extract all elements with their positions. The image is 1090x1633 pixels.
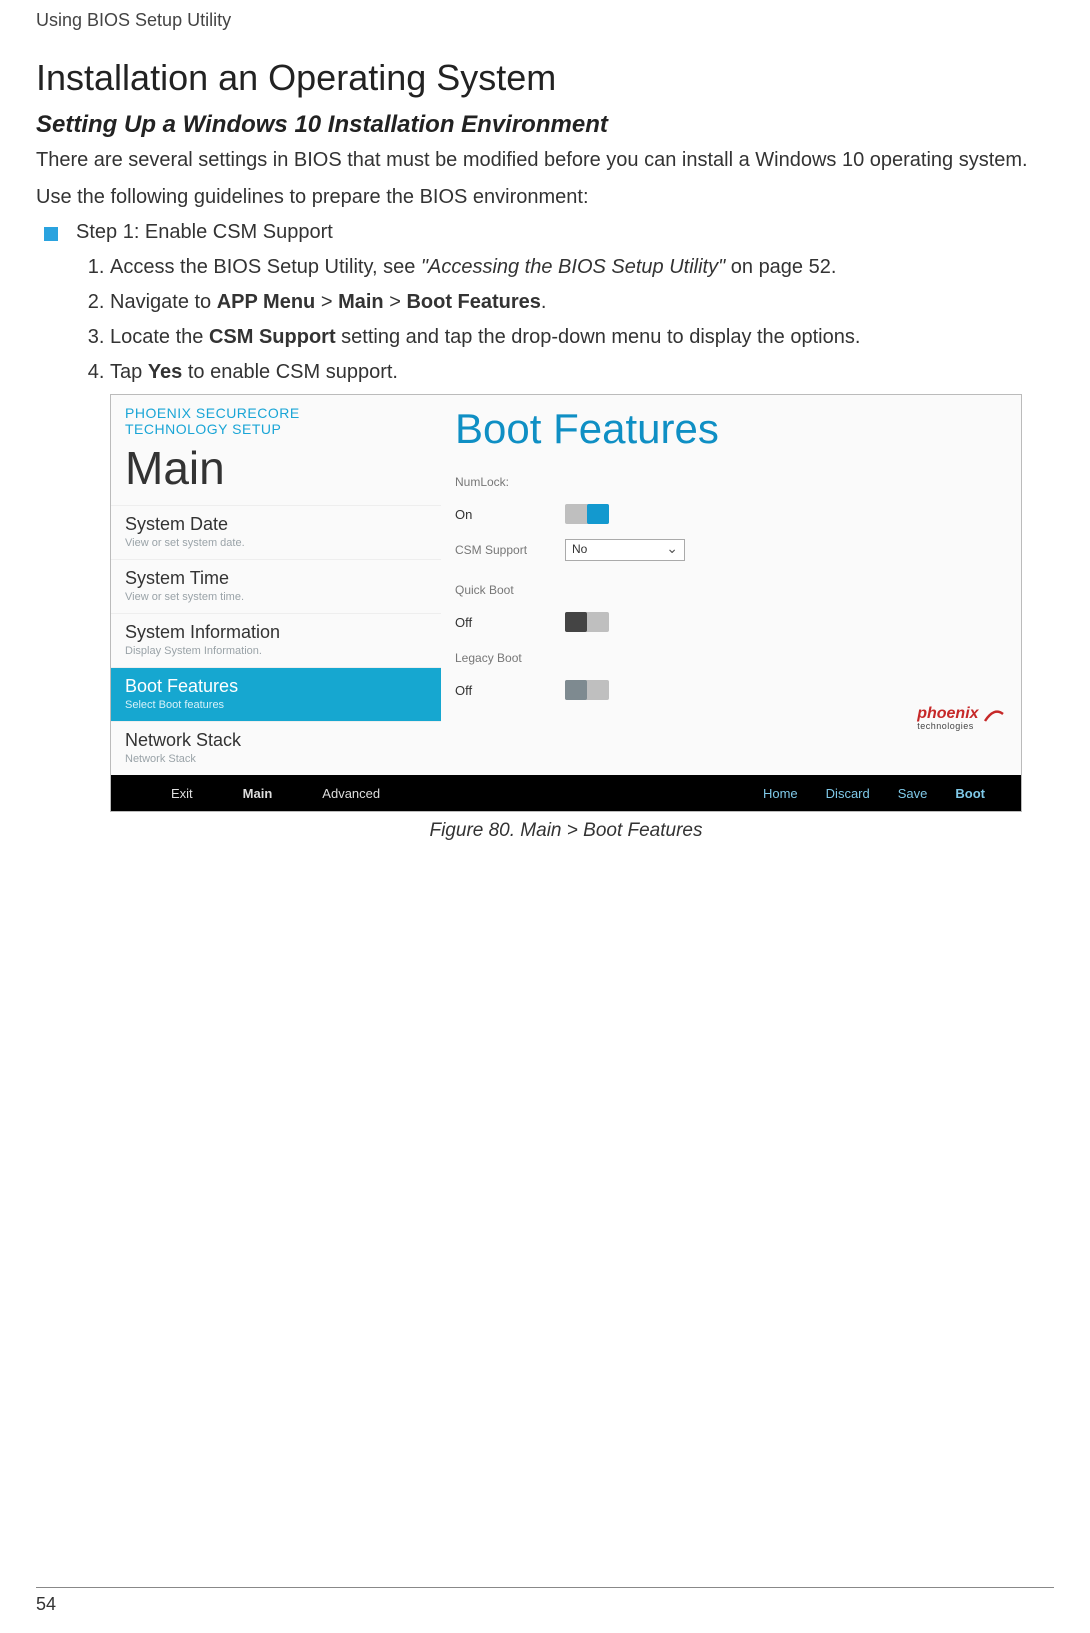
brand-line-1: PHOENIX SECURECORE bbox=[125, 405, 427, 421]
paragraph-2: Use the following guidelines to prepare … bbox=[36, 184, 1054, 211]
step-1-link: "Accessing the BIOS Setup Utility" bbox=[421, 256, 725, 278]
step-2-boot-features: Boot Features bbox=[406, 291, 540, 313]
bottom-boot[interactable]: Boot bbox=[955, 786, 985, 801]
opt-legacy-boot-label-row: Legacy Boot bbox=[455, 645, 1007, 671]
step-4-yes: Yes bbox=[148, 361, 182, 383]
step-2-main: Main bbox=[338, 291, 384, 313]
nav-network-stack[interactable]: Network Stack Network Stack bbox=[111, 721, 441, 775]
page-number: 54 bbox=[36, 1594, 56, 1614]
nav-system-date-sub: View or set system date. bbox=[125, 537, 427, 549]
step-3: Locate the CSM Support setting and tap t… bbox=[110, 324, 1054, 351]
bottom-exit[interactable]: Exit bbox=[171, 786, 193, 801]
numbered-steps: Access the BIOS Setup Utility, see "Acce… bbox=[110, 254, 1054, 386]
step-1: Access the BIOS Setup Utility, see "Acce… bbox=[110, 254, 1054, 281]
step-3-csm: CSM Support bbox=[209, 326, 336, 348]
opt-csm-label: CSM Support bbox=[455, 543, 565, 557]
bios-screenshot: PHOENIX SECURECORE TECHNOLOGY SETUP Main… bbox=[110, 394, 1022, 812]
bios-right-panel: Boot Features NumLock: On CSM Support No… bbox=[441, 395, 1021, 775]
nav-boot-features[interactable]: Boot Features Select Boot features bbox=[111, 667, 441, 721]
phoenix-logo-text: phoenix bbox=[917, 705, 978, 722]
bullet-step-1: Step 1: Enable CSM Support bbox=[44, 221, 1054, 244]
opt-numlock: NumLock: bbox=[455, 469, 1007, 495]
opt-csm: CSM Support No bbox=[455, 537, 1007, 563]
nav-system-time-sub: View or set system time. bbox=[125, 591, 427, 603]
numlock-toggle[interactable] bbox=[565, 504, 609, 524]
nav-system-information-title: System Information bbox=[125, 622, 427, 643]
nav-system-information[interactable]: System Information Display System Inform… bbox=[111, 613, 441, 667]
bullet-text: Step 1: Enable CSM Support bbox=[76, 221, 333, 244]
bottom-home[interactable]: Home bbox=[763, 786, 798, 801]
nav-system-time[interactable]: System Time View or set system time. bbox=[111, 559, 441, 613]
bottom-save[interactable]: Save bbox=[898, 786, 928, 801]
step-3-c: setting and tap the drop-down menu to di… bbox=[336, 326, 861, 348]
step-3-a: Locate the bbox=[110, 326, 209, 348]
opt-quick-value: Off bbox=[455, 615, 565, 630]
legacy-boot-toggle[interactable] bbox=[565, 680, 609, 700]
opt-quick-boot-value-row: Off bbox=[455, 609, 1007, 635]
opt-legacy-boot-value-row: Off bbox=[455, 677, 1007, 703]
bottom-advanced[interactable]: Advanced bbox=[322, 786, 380, 801]
bottom-main[interactable]: Main bbox=[243, 786, 273, 801]
section-subtitle: Setting Up a Windows 10 Installation Env… bbox=[36, 111, 1054, 139]
boot-features-title: Boot Features bbox=[455, 405, 1007, 453]
phoenix-swoosh-icon bbox=[983, 705, 1005, 723]
section-title: Installation an Operating System bbox=[36, 57, 1054, 99]
bottom-discard[interactable]: Discard bbox=[826, 786, 870, 801]
bullet-square-icon bbox=[44, 227, 58, 241]
brand-line-2: TECHNOLOGY SETUP bbox=[125, 421, 427, 437]
step-2: Navigate to APP Menu > Main > Boot Featu… bbox=[110, 289, 1054, 316]
step-4: Tap Yes to enable CSM support. bbox=[110, 359, 1054, 386]
opt-legacy-value: Off bbox=[455, 683, 565, 698]
opt-numlock-value: On bbox=[455, 507, 565, 522]
step-2-e: > bbox=[384, 291, 407, 313]
nav-system-date-title: System Date bbox=[125, 514, 427, 535]
step-2-c: > bbox=[315, 291, 338, 313]
step-4-a: Tap bbox=[110, 361, 148, 383]
step-1-c: on page 52. bbox=[725, 256, 836, 278]
nav-system-date[interactable]: System Date View or set system date. bbox=[111, 505, 441, 559]
page-footer: 54 bbox=[36, 1587, 1054, 1615]
nav-system-information-sub: Display System Information. bbox=[125, 645, 427, 657]
nav-network-stack-sub: Network Stack bbox=[125, 753, 427, 765]
nav-boot-features-title: Boot Features bbox=[125, 676, 427, 697]
step-2-g: . bbox=[541, 291, 547, 313]
phoenix-logo: phoenix technologies bbox=[917, 705, 1005, 731]
figure-caption: Figure 80. Main > Boot Features bbox=[110, 820, 1022, 842]
step-2-a: Navigate to bbox=[110, 291, 217, 313]
step-1-a: Access the BIOS Setup Utility, see bbox=[110, 256, 421, 278]
bios-left-panel: PHOENIX SECURECORE TECHNOLOGY SETUP Main… bbox=[111, 395, 441, 775]
quick-boot-toggle[interactable] bbox=[565, 612, 609, 632]
csm-support-select[interactable]: No bbox=[565, 539, 685, 561]
step-4-c: to enable CSM support. bbox=[182, 361, 398, 383]
main-heading: Main bbox=[111, 437, 441, 505]
opt-numlock-label: NumLock: bbox=[455, 475, 565, 489]
bios-bottom-bar: Exit Main Advanced Home Discard Save Boo… bbox=[111, 775, 1021, 811]
phoenix-brand: PHOENIX SECURECORE TECHNOLOGY SETUP bbox=[111, 395, 441, 437]
opt-quick-label: Quick Boot bbox=[455, 583, 565, 597]
step-2-app-menu: APP Menu bbox=[217, 291, 316, 313]
opt-legacy-label: Legacy Boot bbox=[455, 651, 565, 665]
nav-network-stack-title: Network Stack bbox=[125, 730, 427, 751]
opt-numlock-value-row: On bbox=[455, 501, 1007, 527]
page-header: Using BIOS Setup Utility bbox=[36, 10, 1054, 31]
opt-quick-boot-label-row: Quick Boot bbox=[455, 577, 1007, 603]
paragraph-1: There are several settings in BIOS that … bbox=[36, 147, 1054, 174]
nav-boot-features-sub: Select Boot features bbox=[125, 699, 427, 711]
nav-system-time-title: System Time bbox=[125, 568, 427, 589]
